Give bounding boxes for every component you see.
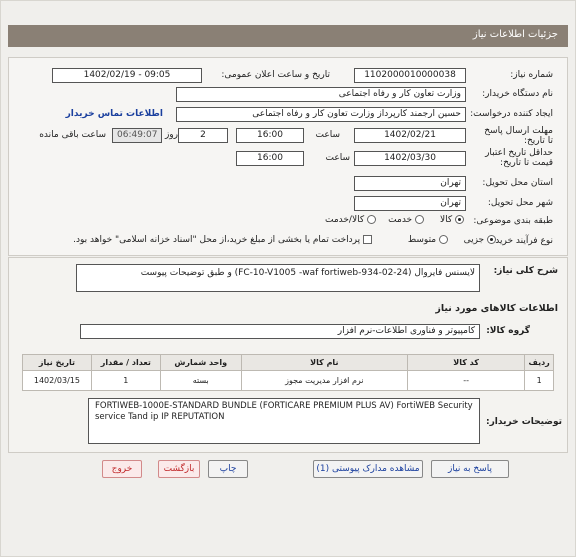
summary-label: شرح کلی نیاز:: [493, 266, 558, 276]
col-need-date: تاریخ نیاز: [22, 354, 92, 371]
process-label: نوع فرآیند خرید :: [489, 236, 553, 246]
radio-icon[interactable]: [415, 215, 424, 224]
category-radio-goods[interactable]: کالا: [440, 215, 464, 225]
exit-button[interactable]: خروج: [102, 460, 142, 478]
radio-icon[interactable]: [439, 235, 448, 244]
city-field: تهران: [354, 196, 466, 211]
table-row[interactable]: 1402/03/15 1 بسته نرم افزار مدیریت مجوز …: [22, 370, 554, 391]
validity-time-label: ساعت: [325, 153, 351, 163]
deadline-date-field: 1402/02/21: [354, 128, 466, 143]
validity-date-field: 1402/03/30: [354, 151, 466, 166]
radio-selected-icon[interactable]: [487, 235, 496, 244]
col-unit: واحد شمارش: [159, 354, 242, 371]
deadline-label: مهلت ارسال پاسخ تا تاریخ:: [484, 126, 553, 146]
process-radio-medium[interactable]: متوسط: [408, 235, 448, 245]
buyer-org-field: وزارت تعاون کار و رفاه اجتماعی: [176, 87, 466, 102]
city-label: شهر محل تحویل:: [487, 198, 553, 208]
page-title: جزئیات اطلاعات نیاز: [8, 25, 568, 47]
reply-button[interactable]: پاسخ به نیاز: [431, 460, 509, 478]
days-field: 2: [178, 128, 228, 143]
col-row: ردیف: [524, 354, 554, 371]
province-label: استان محل تحویل:: [482, 178, 553, 188]
back-button[interactable]: بازگشت: [158, 460, 200, 478]
treasury-checkbox-row[interactable]: پرداخت تمام یا بخشی از مبلغ خرید،از محل …: [73, 235, 372, 245]
view-attachments-button[interactable]: مشاهده مدارک پیوستی (1): [313, 460, 423, 478]
category-label: طبقه بندی موضوعی:: [473, 216, 553, 226]
need-number-field: 1102000010000038: [354, 68, 466, 83]
buyer-desc-field: FORTIWEB-1000E-STANDARD BUNDLE (FORTICAR…: [88, 398, 480, 444]
announce-field: 1402/02/19 - 09:05: [52, 68, 202, 83]
goods-group-label: گروه کالا:: [486, 326, 530, 336]
category-radio-both[interactable]: کالا/خدمت: [325, 215, 376, 225]
cell-unit: بسته: [159, 370, 242, 391]
goods-table: تاریخ نیاز تعداد / مقدار واحد شمارش نام …: [22, 354, 554, 391]
summary-field: لایسنس فایروال (24-02-934-FC-10-V1005 -w…: [76, 264, 480, 292]
deadline-time-field: 16:00: [236, 128, 304, 143]
goods-group-field: کامپیوتر و فناوری اطلاعات-نرم افزار: [80, 324, 480, 339]
cell-goods-name: نرم افزار مدیریت مجوز: [240, 370, 408, 391]
buyer-desc-label: توضیحات خریدار:: [486, 417, 562, 427]
cell-row: 1: [524, 370, 554, 391]
col-goods-code: کد کالا: [406, 354, 526, 371]
creator-label: ایجاد کننده درخواست:: [470, 109, 553, 119]
creator-field: حسین ارجمند کارپرداز وزارت تعاون کار و ر…: [176, 107, 466, 122]
deadline-time-label: ساعت: [315, 130, 341, 140]
cell-goods-code: --: [406, 370, 526, 391]
remaining-label: ساعت باقی مانده: [39, 130, 106, 140]
validity-label: حداقل تاریخ اعتبار قیمت تا تاریخ:: [485, 148, 553, 168]
cell-need-date: 1402/03/15: [22, 370, 92, 391]
category-radio-service[interactable]: خدمت: [388, 215, 424, 225]
table-header-row: تاریخ نیاز تعداد / مقدار واحد شمارش نام …: [22, 354, 554, 371]
print-button[interactable]: چاپ: [208, 460, 248, 478]
buyer-contact-link[interactable]: اطلاعات تماس خریدار: [66, 109, 163, 119]
goods-info-title: اطلاعات کالاهای مورد نیاز: [435, 303, 558, 314]
remaining-time-field: 06:49:07: [112, 128, 162, 143]
radio-selected-icon[interactable]: [455, 215, 464, 224]
radio-icon[interactable]: [367, 215, 376, 224]
cell-quantity: 1: [90, 370, 161, 391]
validity-time-field: 16:00: [236, 151, 304, 166]
col-goods-name: نام کالا: [240, 354, 408, 371]
buyer-org-label: نام دستگاه خریدار:: [482, 89, 553, 99]
process-radio-minor[interactable]: جزیی: [464, 235, 496, 245]
col-quantity: تعداد / مقدار: [90, 354, 161, 371]
province-field: تهران: [354, 176, 466, 191]
treasury-checkbox[interactable]: [363, 235, 372, 244]
need-number-label: شماره نیاز:: [510, 70, 553, 80]
announce-label: تاریخ و ساعت اعلان عمومی:: [221, 70, 330, 80]
